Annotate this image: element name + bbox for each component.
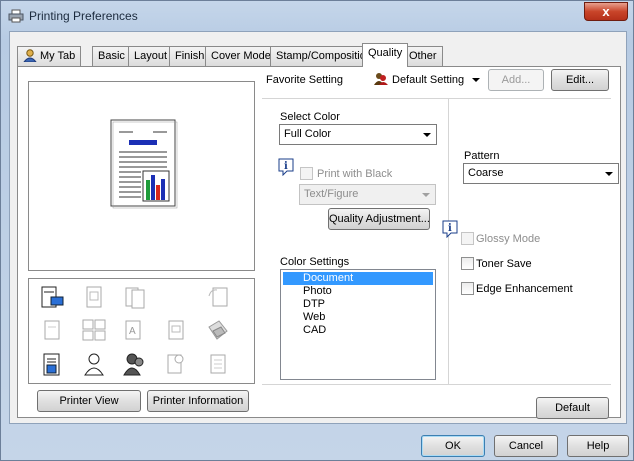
svg-text:A: A — [129, 326, 136, 337]
color-settings-list[interactable]: Document Photo DTP Web CAD — [280, 269, 436, 380]
glossy-mode-label: Glossy Mode — [476, 233, 541, 245]
output-tray-icon — [41, 286, 64, 308]
rotate-page-icon — [208, 287, 228, 307]
list-item-web[interactable]: Web — [283, 311, 433, 324]
pattern-value: Coarse — [468, 167, 504, 179]
tab-layout-label: Layout — [134, 50, 168, 62]
tab-cover-mode[interactable]: Cover Mode — [205, 46, 277, 66]
select-color-label: Select Color — [280, 111, 340, 123]
favorite-setting-label: Favorite Setting — [266, 74, 344, 86]
column-separator — [448, 99, 449, 385]
account-track-icon — [123, 353, 144, 376]
add-favorite-button[interactable]: Add... — [488, 69, 544, 91]
text-figure-value: Text/Figure — [304, 188, 359, 200]
list-item-photo[interactable]: Photo — [283, 285, 433, 298]
pattern-dropdown[interactable]: Coarse — [463, 163, 619, 184]
printer-information-button[interactable]: Printer Information — [147, 390, 249, 412]
user-icon — [23, 49, 37, 62]
default-button[interactable]: Default — [536, 397, 609, 419]
help-button[interactable]: Help — [567, 435, 629, 457]
info-icon: i — [442, 220, 458, 238]
tab-layout[interactable]: Layout — [128, 46, 174, 66]
text-figure-dropdown[interactable]: Text/Figure — [299, 184, 436, 205]
booklet-icon — [86, 286, 102, 308]
duplex-icon — [125, 287, 145, 309]
printer-view-button[interactable]: Printer View — [37, 390, 141, 412]
list-item-document[interactable]: Document — [283, 272, 433, 285]
print-with-black-checkbox[interactable] — [300, 167, 313, 180]
select-color-dropdown[interactable]: Full Color — [279, 124, 437, 145]
list-item-dtp[interactable]: DTP — [283, 298, 433, 311]
print-with-black-label: Print with Black — [317, 168, 393, 180]
tab-quality-label: Quality — [368, 47, 403, 59]
print-preview — [28, 81, 255, 271]
edge-enhancement-checkbox[interactable] — [461, 282, 474, 295]
close-button[interactable]: x — [584, 2, 628, 21]
tab-basic[interactable]: Basic — [92, 46, 131, 66]
chevron-down-icon — [422, 193, 430, 197]
favorite-setting-value: Default Setting — [392, 74, 465, 86]
tab-stamp-composition-label: Stamp/Composition — [276, 50, 372, 62]
function-icons-panel: A — [28, 278, 255, 384]
secure-print-icon — [167, 354, 184, 374]
tab-basic-label: Basic — [98, 50, 125, 62]
font-icon: A — [125, 320, 141, 340]
tab-other[interactable]: Other — [403, 46, 443, 66]
close-icon: x — [602, 4, 610, 19]
watermark-icon — [168, 320, 184, 340]
favorite-user-icon — [374, 73, 388, 85]
tab-quality[interactable]: Quality — [362, 43, 409, 67]
list-item-cad[interactable]: CAD — [283, 324, 433, 337]
edge-enhancement-label: Edge Enhancement — [476, 283, 573, 295]
svg-text:i: i — [284, 161, 288, 172]
ok-button[interactable]: OK — [421, 435, 485, 457]
printing-preferences-window: Printing Preferences x My Tab Basic Layo… — [0, 0, 634, 461]
favorite-setting-select[interactable]: Default Setting — [368, 69, 484, 89]
n-up-icon — [82, 319, 106, 341]
tab-finish-label: Finish — [175, 50, 205, 62]
edit-favorite-button[interactable]: Edit... — [551, 69, 609, 91]
chevron-down-icon — [605, 172, 613, 176]
toner-save-label: Toner Save — [476, 258, 532, 270]
cancel-button[interactable]: Cancel — [494, 435, 558, 457]
pattern-label: Pattern — [464, 150, 500, 162]
title-bar: Printing Preferences x — [1, 1, 633, 31]
tab-my-tab[interactable]: My Tab — [17, 46, 82, 66]
color-settings-label: Color Settings — [280, 256, 350, 268]
page-preview-image — [110, 119, 178, 209]
overlay-icon — [208, 320, 228, 340]
tab-other-label: Other — [409, 50, 437, 62]
single-page-icon — [44, 320, 60, 340]
select-color-value: Full Color — [284, 128, 332, 140]
window-title: Printing Preferences — [29, 9, 138, 23]
chevron-down-icon — [423, 133, 431, 137]
stack-page-icon — [210, 354, 226, 374]
user-auth-icon — [84, 353, 104, 376]
tab-my-tab-label: My Tab — [40, 50, 76, 62]
quality-page-icon — [43, 353, 60, 376]
tab-cover-mode-label: Cover Mode — [211, 50, 271, 62]
glossy-mode-checkbox[interactable] — [461, 232, 474, 245]
chevron-down-icon — [472, 78, 480, 82]
info-icon: i — [278, 158, 294, 176]
printer-icon — [8, 9, 24, 23]
toner-save-checkbox[interactable] — [461, 257, 474, 270]
quality-adjustment-button[interactable]: Quality Adjustment... — [328, 208, 430, 230]
preview-title-bar — [129, 140, 157, 145]
svg-text:i: i — [448, 223, 452, 234]
